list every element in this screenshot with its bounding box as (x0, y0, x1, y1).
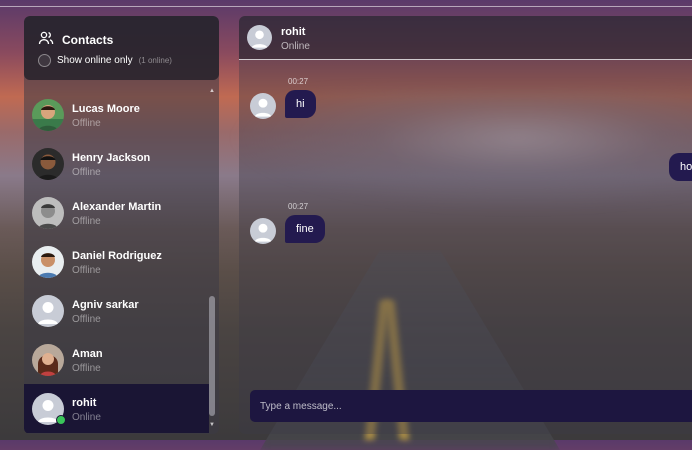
default-avatar-icon[interactable] (247, 25, 272, 50)
message-time: 00:27 (288, 202, 309, 211)
contact-status: Offline (72, 314, 101, 325)
scroll-thumb[interactable] (209, 296, 215, 416)
avatar (32, 343, 64, 376)
message-composer (250, 390, 692, 422)
contact-status: Offline (72, 363, 101, 374)
contact-item[interactable]: Henry Jackson Offline (24, 139, 209, 188)
avatar (32, 196, 64, 229)
contact-status: Offline (72, 118, 101, 129)
contact-item[interactable]: Daniel Rodriguez Offline (24, 237, 209, 286)
contact-status: Offline (72, 167, 101, 178)
contacts-title: Contacts (38, 30, 113, 49)
contact-item[interactable]: Agniv sarkar Offline (24, 286, 209, 335)
contact-item[interactable]: Alexander Martin Offline (24, 188, 209, 237)
online-indicator (56, 415, 66, 425)
contacts-sidebar: Contacts Show online only (1 online) Luc… (24, 16, 219, 434)
contact-name: Aman (72, 348, 103, 360)
chat-panel: rohit Online 00:27 hi ho 00:27 fine (239, 16, 692, 434)
online-count: (1 online) (138, 56, 172, 65)
message-bubble: fine (285, 215, 325, 243)
chat-contact-name: rohit (281, 26, 306, 38)
show-online-toggle[interactable]: Show online only (1 online) (38, 54, 172, 67)
message-bubble: hi (285, 90, 316, 118)
contact-status: Online (72, 412, 101, 423)
show-online-label: Show online only (57, 55, 133, 66)
contact-scrollbar[interactable]: ▲ ▼ (207, 80, 217, 430)
contact-list: Lucas Moore Offline Henry Jackson Offlin… (24, 90, 209, 433)
contact-item[interactable]: Lucas Moore Offline (24, 90, 209, 139)
users-icon (38, 30, 54, 49)
show-online-checkbox[interactable] (38, 54, 51, 67)
avatar (32, 98, 64, 131)
contacts-header: Contacts Show online only (1 online) (24, 16, 219, 80)
contact-name: rohit (72, 397, 97, 409)
contact-name: Alexander Martin (72, 201, 162, 213)
contacts-title-label: Contacts (62, 32, 114, 47)
avatar (32, 245, 64, 278)
scroll-down-icon[interactable]: ▼ (209, 422, 215, 428)
contact-status: Offline (72, 216, 101, 227)
default-avatar-icon (250, 218, 276, 244)
message-bubble-outgoing: ho (669, 153, 692, 181)
top-divider (0, 6, 692, 7)
chat-header: rohit Online (239, 16, 692, 60)
contact-name: Agniv sarkar (72, 299, 139, 311)
contact-name: Henry Jackson (72, 152, 151, 164)
contact-item-active[interactable]: rohit Online (24, 384, 209, 433)
avatar (32, 147, 64, 180)
default-avatar-icon (250, 93, 276, 119)
contact-name: Lucas Moore (72, 103, 140, 115)
contact-name: Daniel Rodriguez (72, 250, 162, 262)
contact-status: Offline (72, 265, 101, 276)
scroll-up-icon[interactable]: ▲ (209, 88, 215, 94)
contact-item[interactable]: Aman Offline (24, 335, 209, 384)
message-time: 00:27 (288, 77, 309, 86)
message-input[interactable] (250, 390, 692, 422)
chat-contact-status: Online (281, 41, 310, 52)
default-avatar-icon (32, 294, 64, 327)
